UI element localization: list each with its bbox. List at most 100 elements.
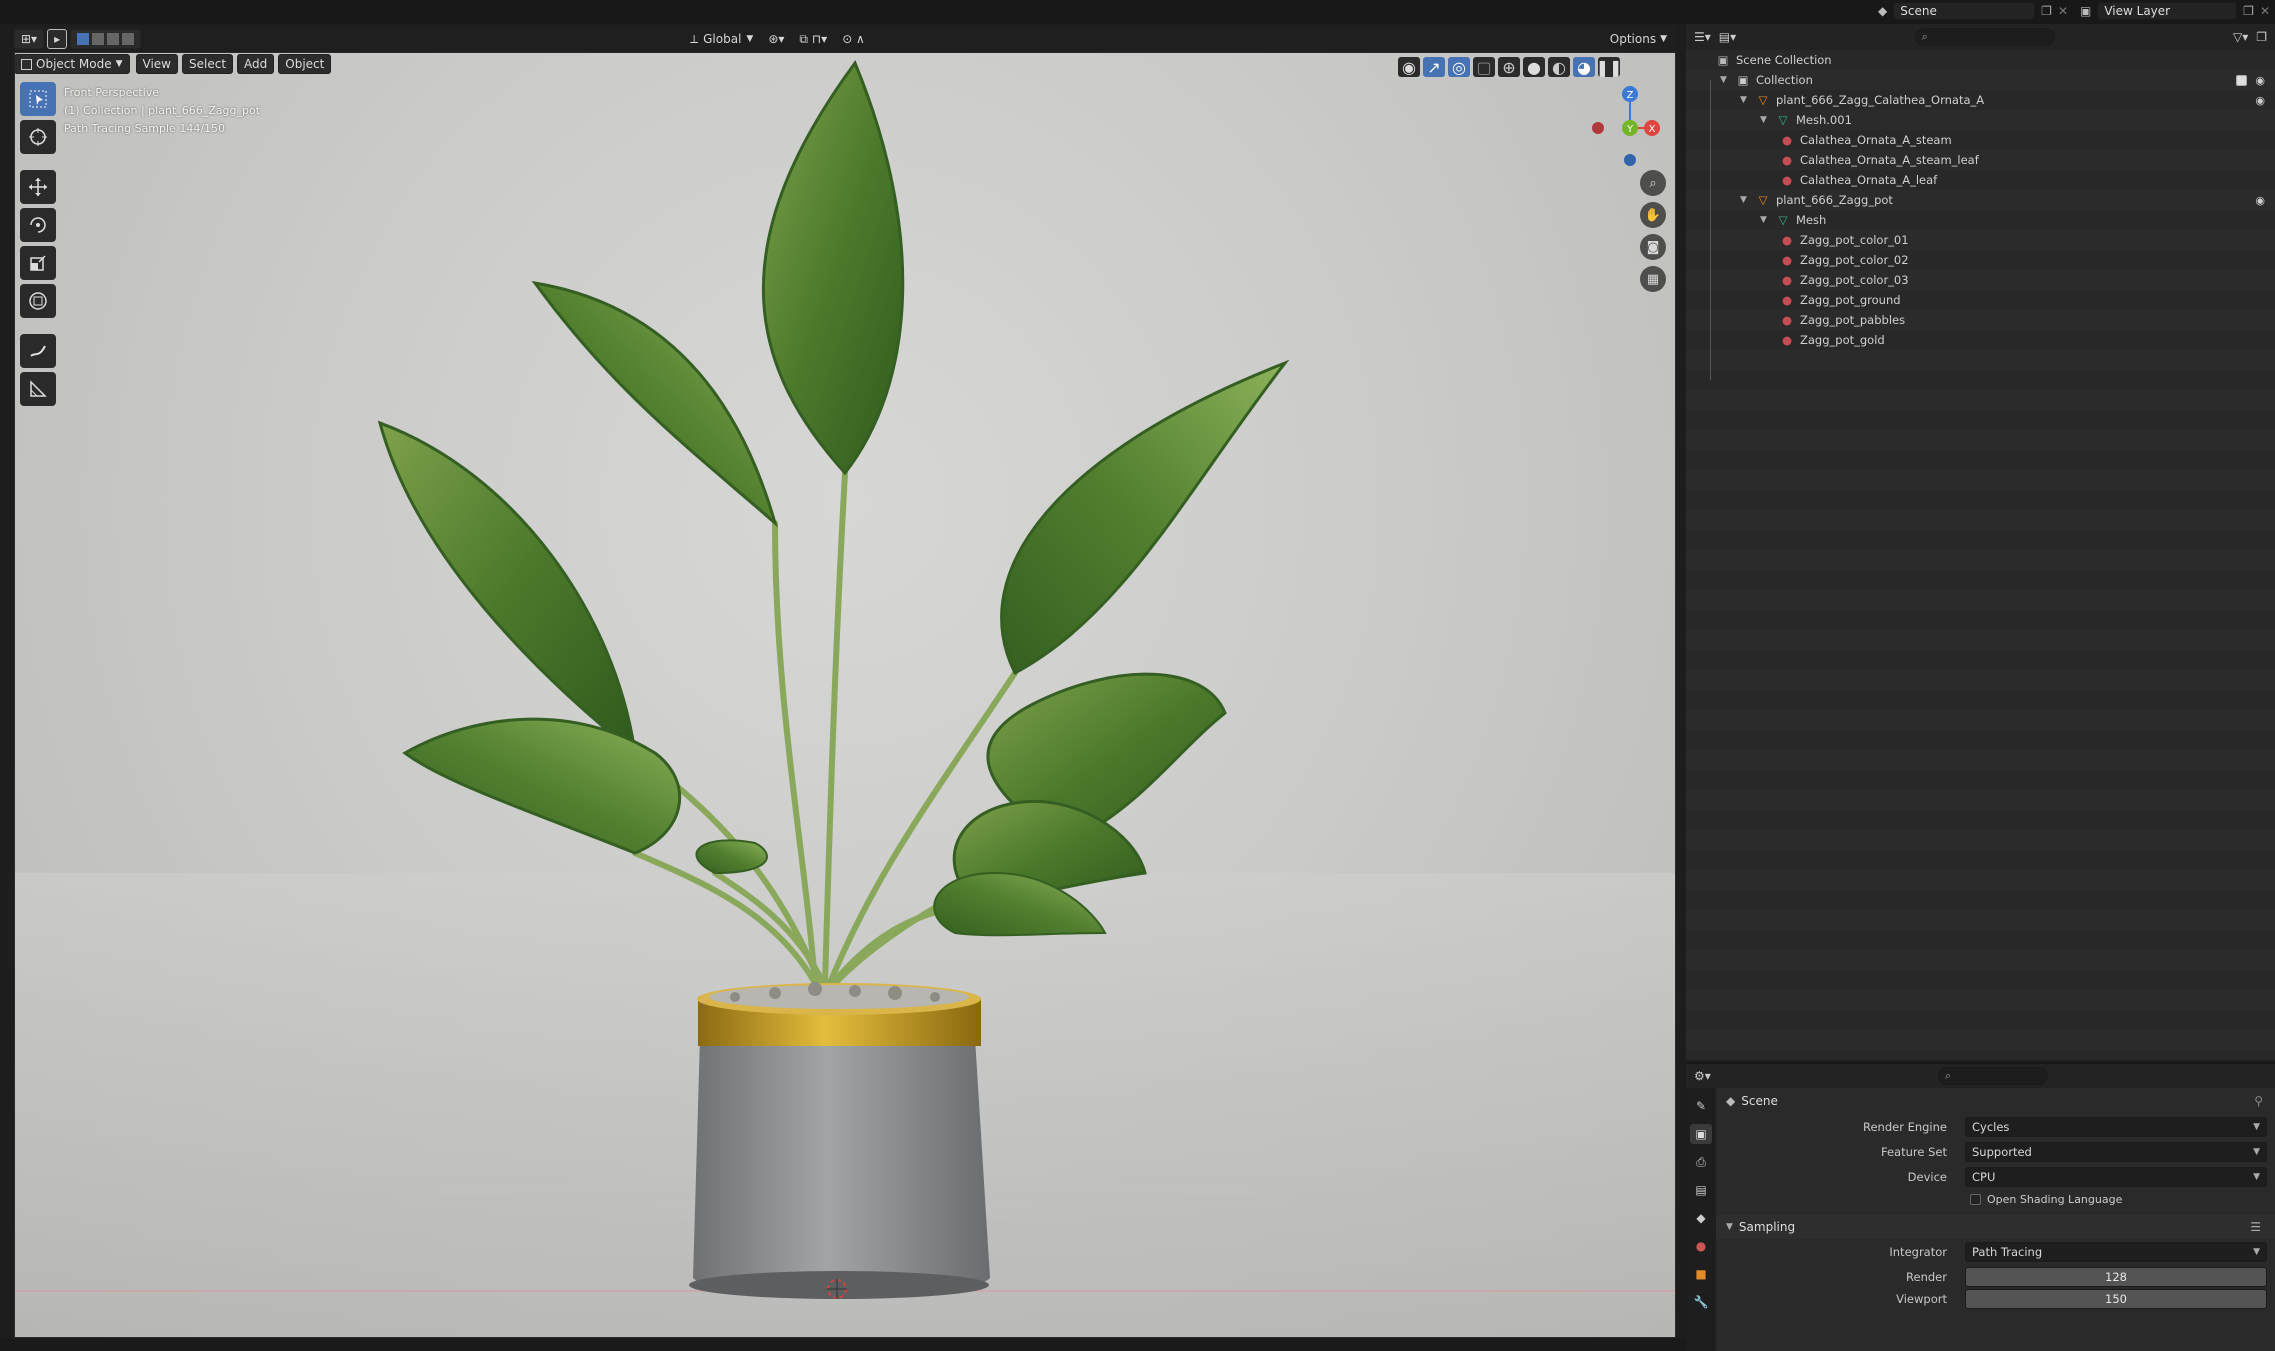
new-scene-icon[interactable]: ❐: [2041, 4, 2052, 18]
view-layer-icon: ▣: [2080, 4, 2092, 18]
snap-toggle[interactable]: ⧉ ⊓▾: [793, 29, 833, 49]
outliner-row[interactable]: ▼ ▽ plant_666_Zagg_pot ◉: [1686, 190, 2275, 210]
world-tab-icon[interactable]: ●: [1690, 1236, 1712, 1256]
viewport-info: Front Perspective (1) Collection | plant…: [64, 84, 260, 138]
view-menu[interactable]: View: [135, 54, 178, 74]
select-tool-icon[interactable]: ▸: [47, 29, 68, 49]
transform-orientation-dropdown[interactable]: ⟂ Global ▼: [684, 29, 759, 49]
outliner-row[interactable]: ● Calathea_Ornata_A_leaf: [1686, 170, 2275, 190]
outliner-row[interactable]: ● Calathea_Ornata_A_steam: [1686, 130, 2275, 150]
render-samples-field[interactable]: 128: [1965, 1267, 2267, 1287]
select-menu[interactable]: Select: [182, 54, 234, 74]
solid-shading-icon[interactable]: ●: [1523, 57, 1545, 77]
add-menu[interactable]: Add: [237, 54, 275, 74]
cursor-tool[interactable]: [20, 120, 56, 154]
new-view-layer-icon[interactable]: ❐: [2243, 4, 2254, 18]
xray-toggle-icon[interactable]: ▢: [1473, 57, 1495, 77]
render-engine-dropdown[interactable]: Cycles ▼: [1965, 1117, 2267, 1137]
view-layer-selector[interactable]: ▣ View Layer ❐ ✕: [2080, 1, 2270, 21]
outliner-row[interactable]: ● Calathea_Ornata_A_steam_leaf: [1686, 150, 2275, 170]
integrator-row: Integrator Path Tracing ▼: [1716, 1242, 2275, 1264]
object-menu[interactable]: Object: [278, 54, 332, 74]
neg-x-axis-handle[interactable]: [1592, 122, 1604, 134]
outliner-row[interactable]: ● Zagg_pot_ground: [1686, 290, 2275, 310]
proportional-edit-toggle[interactable]: ⊙ ∧: [836, 29, 871, 49]
expand-toggle-icon[interactable]: ▼: [1720, 75, 1732, 85]
outliner-search-input[interactable]: ⌕: [1914, 28, 2055, 46]
wireframe-shading-icon[interactable]: ⊕: [1498, 57, 1520, 77]
outliner-row[interactable]: ▼ ▽ Mesh.001: [1686, 110, 2275, 130]
visibility-eye-icon[interactable]: ◉: [2255, 194, 2265, 207]
pin-icon[interactable]: ⚲: [2254, 1094, 2263, 1108]
viewport-samples-field[interactable]: 150: [1965, 1289, 2267, 1309]
new-collection-icon[interactable]: ❐: [2256, 30, 2267, 44]
outliner-row[interactable]: ● Zagg_pot_pabbles: [1686, 310, 2275, 330]
expand-toggle-icon[interactable]: ▼: [1760, 215, 1772, 225]
object-mode-dropdown[interactable]: Object Mode ▼: [14, 54, 130, 74]
device-dropdown[interactable]: CPU ▼: [1965, 1167, 2267, 1187]
rotate-tool[interactable]: [20, 208, 56, 242]
transform-tool[interactable]: [20, 284, 56, 318]
pause-render-icon[interactable]: ❚❚: [1596, 57, 1622, 77]
outliner-row[interactable]: ▼ ▽ plant_666_Zagg_Calathea_Ornata_A ◉: [1686, 90, 2275, 110]
osl-checkbox[interactable]: [1970, 1193, 1981, 1205]
material-shading-icon[interactable]: ◐: [1548, 57, 1570, 77]
move-tool[interactable]: [20, 170, 56, 204]
camera-icon[interactable]: ◙: [1640, 234, 1666, 260]
measure-tool[interactable]: [20, 372, 56, 406]
outliner-row[interactable]: ▼ ▣ Collection ◉: [1686, 70, 2275, 90]
outliner-row[interactable]: ▼ ▽ Mesh: [1686, 210, 2275, 230]
visibility-eye-icon[interactable]: ◉: [2255, 94, 2265, 107]
zoom-icon[interactable]: ⌕: [1640, 170, 1666, 196]
expand-toggle-icon[interactable]: ▼: [1760, 115, 1772, 125]
tool-tab-icon[interactable]: ✎: [1690, 1096, 1712, 1116]
scene-selector[interactable]: ◆ Scene ❐ ✕: [1878, 1, 2068, 21]
properties-editor-icon[interactable]: ⚙▾: [1694, 1069, 1711, 1083]
pivot-point-dropdown[interactable]: ⊛▾: [762, 29, 790, 49]
view-layer-tab-icon[interactable]: ▤: [1690, 1180, 1712, 1200]
close-scene-icon[interactable]: ✕: [2058, 4, 2068, 18]
expand-toggle-icon[interactable]: ▼: [1740, 195, 1752, 205]
feature-set-dropdown[interactable]: Supported ▼: [1965, 1142, 2267, 1162]
close-view-layer-icon[interactable]: ✕: [2260, 4, 2270, 18]
display-mode-icon[interactable]: ▤▾: [1719, 30, 1736, 44]
outliner-row[interactable]: ▣ Scene Collection: [1686, 50, 2275, 70]
material-icon: ●: [1781, 233, 1793, 247]
neg-z-axis-handle[interactable]: [1624, 154, 1636, 166]
sampling-panel-header[interactable]: ▼ Sampling ☰: [1716, 1215, 2275, 1239]
navigation-gizmo[interactable]: Z X Y: [1590, 82, 1670, 172]
pan-hand-icon[interactable]: ✋: [1640, 202, 1666, 228]
outliner-row[interactable]: ● Zagg_pot_color_03: [1686, 270, 2275, 290]
grid-perspective-icon[interactable]: ▦: [1640, 266, 1666, 292]
overlays-toggle-icon[interactable]: ◎: [1448, 57, 1470, 77]
scale-tool[interactable]: [20, 246, 56, 280]
3d-viewport[interactable]: [14, 52, 1676, 1338]
exclude-checkbox[interactable]: [2236, 74, 2247, 86]
annotate-tool[interactable]: [20, 334, 56, 368]
properties-search-input[interactable]: ⌕: [1937, 1067, 2048, 1085]
preset-list-icon[interactable]: ☰: [2250, 1220, 2261, 1234]
integrator-dropdown[interactable]: Path Tracing ▼: [1965, 1242, 2267, 1262]
render-tab-icon[interactable]: ▣: [1690, 1124, 1712, 1144]
rendered-shading-icon[interactable]: ◕: [1573, 57, 1595, 77]
object-tab-icon[interactable]: ■: [1690, 1264, 1712, 1284]
selection-mode-buttons[interactable]: [70, 29, 142, 49]
scene-tab-icon[interactable]: ◆: [1690, 1208, 1712, 1228]
outliner-row[interactable]: ● Zagg_pot_color_01: [1686, 230, 2275, 250]
gizmo-toggle-icon[interactable]: ↗: [1423, 57, 1445, 77]
outliner-row[interactable]: ● Zagg_pot_gold: [1686, 330, 2275, 350]
modifier-tab-icon[interactable]: 🔧: [1690, 1292, 1712, 1312]
options-dropdown[interactable]: Options ▼: [1604, 29, 1673, 49]
editor-type-button[interactable]: ⊞▾: [14, 29, 45, 49]
outliner-row-label: Mesh.001: [1796, 113, 1852, 127]
select-box-tool[interactable]: [20, 82, 56, 116]
expand-toggle-icon[interactable]: ▼: [1740, 95, 1752, 105]
outliner-editor-icon[interactable]: ☰▾: [1694, 30, 1711, 44]
outliner-row[interactable]: ● Zagg_pot_color_02: [1686, 250, 2275, 270]
visibility-icon[interactable]: ◉: [1398, 57, 1420, 77]
osl-checkbox-row[interactable]: Open Shading Language: [1716, 1189, 2275, 1209]
viewport-samples-row: Viewport 150: [1716, 1289, 2275, 1311]
filter-icon[interactable]: ▽▾: [2233, 30, 2248, 44]
output-tab-icon[interactable]: ⎙: [1690, 1152, 1712, 1172]
visibility-eye-icon[interactable]: ◉: [2255, 74, 2265, 87]
